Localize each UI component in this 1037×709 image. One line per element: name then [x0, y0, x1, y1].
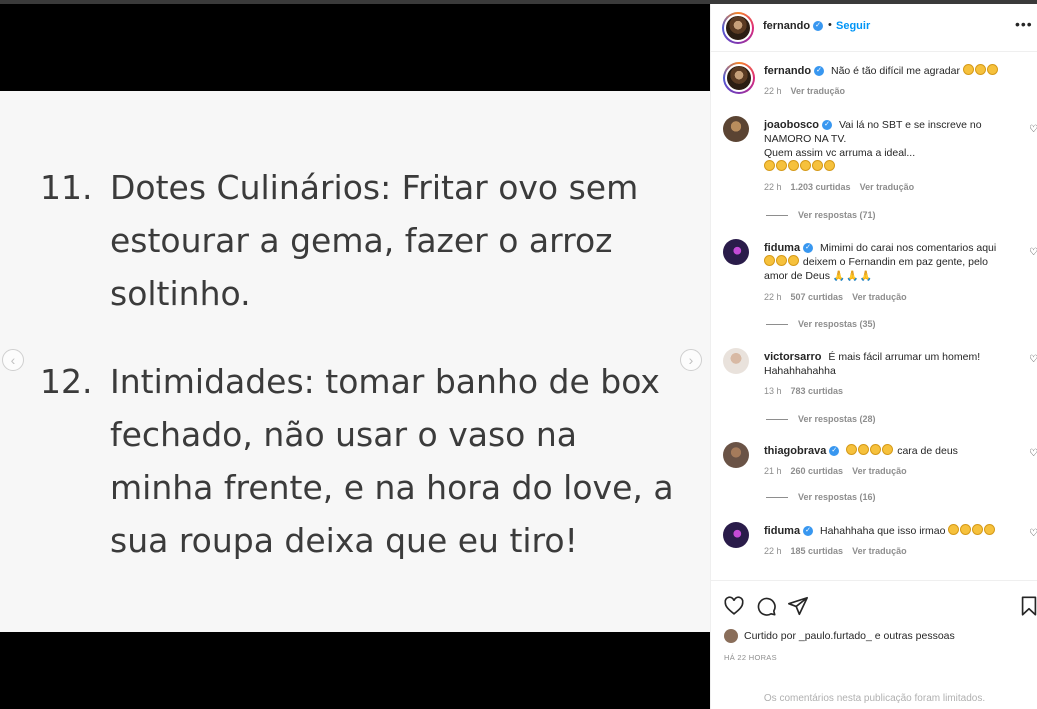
laughing-emoji-icon	[948, 524, 996, 537]
item-text: Intimidades: tomar banho de box fechado,…	[110, 362, 674, 560]
share-paper-plane-icon[interactable]	[787, 595, 809, 617]
post-side-panel: fernando ✓ • Seguir ••• fernando ✓ Não é t…	[710, 4, 1037, 709]
post-image: 11. Dotes Culinários: Fritar ovo sem est…	[0, 91, 710, 632]
like-heart-icon[interactable]: ♡	[1029, 448, 1037, 459]
likes-count[interactable]: 185 curtidas	[791, 546, 844, 556]
comment-text: Quem assim vc arruma a ideal...	[764, 147, 916, 159]
comment-username[interactable]: thiagobrava ✓	[764, 445, 840, 457]
avatar[interactable]	[723, 442, 749, 468]
caption-text: Não é tão difícil me agradar	[830, 65, 960, 77]
laughing-emoji-icon	[846, 444, 894, 457]
comment-username[interactable]: victorsarro	[764, 351, 821, 363]
save-bookmark-icon[interactable]	[1018, 595, 1037, 617]
post-media: 11. Dotes Culinários: Fritar ovo sem est…	[0, 4, 710, 709]
comment-text: NAMORO NA TV.	[764, 133, 847, 145]
avatar[interactable]	[723, 522, 749, 548]
comment-text: Mimimi do carai nos comentarios aqui	[819, 242, 997, 254]
post-image-text: 11. Dotes Culinários: Fritar ovo sem est…	[40, 161, 690, 567]
laughing-emoji-icon	[962, 64, 999, 77]
item-number: 12.	[40, 362, 93, 401]
view-replies-button[interactable]: Ver respostas (35)	[766, 319, 876, 329]
avatar[interactable]	[723, 62, 755, 94]
item-number: 11.	[40, 168, 93, 207]
comment-time: 22 h	[764, 182, 782, 192]
verified-badge-icon: ✓	[814, 66, 825, 77]
like-heart-icon[interactable]: ♡	[1029, 124, 1037, 135]
author-username[interactable]: fernando ✓	[763, 20, 824, 32]
comment-text: Hahahhaha que isso irmao	[819, 525, 946, 537]
laughing-emoji-icon	[764, 160, 836, 173]
verified-badge-icon: ✓	[829, 446, 840, 457]
translate-button[interactable]: Ver tradução	[852, 292, 907, 302]
likes-count[interactable]: 507 curtidas	[791, 292, 844, 302]
post-header: fernando ✓ • Seguir •••	[711, 4, 1037, 52]
comment-bubble-icon[interactable]	[755, 595, 777, 617]
follow-button[interactable]: Seguir	[836, 20, 870, 32]
carousel-prev-button[interactable]: ‹	[2, 349, 24, 371]
comment-time: 13 h	[764, 386, 782, 396]
laughing-emoji-icon	[764, 255, 800, 268]
comment-time: 21 h	[764, 466, 782, 476]
comment-text: amor de Deus	[764, 270, 830, 282]
more-options-icon[interactable]: •••	[1015, 16, 1033, 32]
liked-by: Curtido por _paulo.furtado_ e outras pes…	[724, 629, 955, 643]
like-heart-icon[interactable]	[723, 595, 745, 617]
comment-time: 22 h	[764, 546, 782, 556]
verified-badge-icon: ✓	[803, 243, 814, 254]
separator-dot: •	[828, 19, 832, 31]
avatar[interactable]	[723, 239, 749, 265]
view-replies-button[interactable]: Ver respostas (28)	[766, 414, 876, 424]
list-item: 12. Intimidades: tomar banho de box fech…	[40, 355, 690, 567]
comments-limited-notice: Os comentários nesta publicação foram li…	[763, 693, 986, 704]
comment-username[interactable]: fiduma ✓	[764, 242, 814, 254]
avatar[interactable]	[723, 116, 749, 142]
view-replies-button[interactable]: Ver respostas (16)	[766, 492, 876, 502]
comment-username[interactable]: fiduma ✓	[764, 525, 814, 537]
verified-badge-icon: ✓	[813, 21, 824, 32]
translate-button[interactable]: Ver tradução	[852, 546, 907, 556]
like-heart-icon[interactable]: ♡	[1029, 247, 1037, 258]
item-text: Dotes Culinários: Fritar ovo sem estoura…	[110, 168, 639, 313]
comment-text: cara de deus	[897, 445, 958, 457]
caption-username[interactable]: fernando ✓	[764, 65, 825, 77]
likes-count[interactable]: 1.203 curtidas	[791, 182, 851, 192]
verified-badge-icon: ✓	[803, 526, 814, 537]
comments-list: fernando ✓ Não é tão difícil me agradar 2…	[711, 53, 1037, 579]
avatar[interactable]	[723, 348, 749, 374]
comment-time: 22 h	[764, 292, 782, 302]
comment-username[interactable]: joaobosco ✓	[764, 119, 833, 131]
comment-text: Vai lá no SBT e se inscreve no	[838, 119, 982, 131]
like-heart-icon[interactable]: ♡	[1029, 354, 1037, 365]
likes-count[interactable]: 783 curtidas	[791, 386, 844, 396]
liked-by-others[interactable]: e outras pessoas	[875, 630, 955, 642]
translate-button[interactable]: Ver tradução	[852, 466, 907, 476]
carousel-next-button[interactable]: ›	[680, 349, 702, 371]
view-replies-button[interactable]: Ver respostas (71)	[766, 210, 876, 220]
comment-time: 22 h	[764, 86, 782, 96]
post-actions: Curtido por _paulo.furtado_ e outras pes…	[711, 580, 1037, 709]
praying-hands-icon: 🙏🙏🙏	[832, 271, 873, 282]
avatar	[724, 629, 738, 643]
avatar[interactable]	[722, 12, 754, 44]
comment-text: Hahahhahahha	[764, 365, 836, 377]
post-timestamp[interactable]: HÁ 22 HORAS	[724, 653, 777, 662]
comment-text: deixem o Fernandin em paz gente, pelo	[802, 256, 988, 268]
comment-text: É mais fácil arrumar um homem!	[828, 351, 981, 363]
like-heart-icon[interactable]: ♡	[1029, 528, 1037, 539]
translate-button[interactable]: Ver tradução	[860, 182, 915, 192]
translate-button[interactable]: Ver tradução	[791, 86, 846, 96]
verified-badge-icon: ✓	[822, 120, 833, 131]
likes-count[interactable]: 260 curtidas	[791, 466, 844, 476]
liked-by-user[interactable]: _paulo.furtado_	[799, 630, 872, 642]
list-item: 11. Dotes Culinários: Fritar ovo sem est…	[40, 161, 690, 320]
